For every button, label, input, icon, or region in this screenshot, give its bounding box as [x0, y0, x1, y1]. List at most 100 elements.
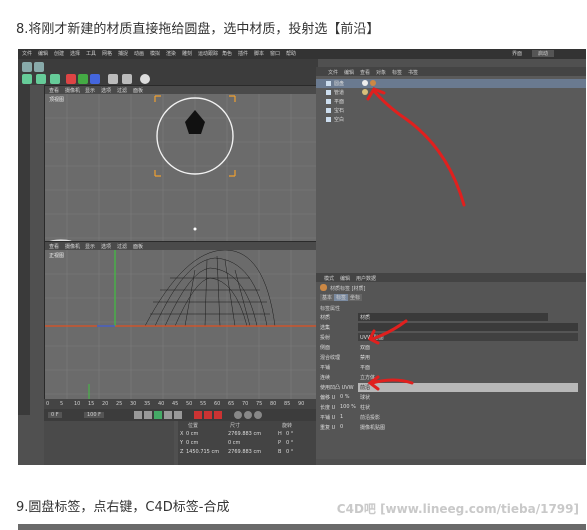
rotation-value[interactable]: 0 ° [286, 440, 293, 446]
menu-character[interactable]: 角色 [222, 50, 232, 57]
menu-window[interactable]: 窗口 [270, 50, 280, 57]
menu-plugins[interactable]: 插件 [238, 50, 248, 57]
menu-select[interactable]: 选择 [70, 50, 80, 57]
move-tool-icon[interactable] [22, 74, 32, 84]
menu-create[interactable]: 创建 [54, 50, 64, 57]
rotation-value[interactable]: 0 ° [286, 449, 293, 455]
vp-menu-display[interactable]: 显示 [85, 87, 95, 94]
om-menu-file[interactable]: 文件 [328, 69, 338, 76]
key-position-icon[interactable] [234, 411, 242, 419]
object-row-tube[interactable]: 管道 [316, 88, 586, 97]
position-value[interactable]: 0 cm [186, 440, 198, 446]
dropdown-option[interactable]: 摄像机贴图 [360, 424, 385, 431]
om-menu-object[interactable]: 对象 [376, 69, 386, 76]
y-axis-icon[interactable] [78, 74, 88, 84]
menu-edit[interactable]: 编辑 [38, 50, 48, 57]
end-frame-field[interactable]: 100 F [84, 412, 105, 418]
material-tag-icon[interactable] [362, 80, 368, 86]
object-row-gem[interactable]: 宝石 [316, 106, 586, 115]
vp-menu-filter[interactable]: 过滤 [117, 243, 127, 250]
vp-menu-panel[interactable]: 面板 [133, 87, 143, 94]
size-value[interactable]: 2769.883 cm [228, 431, 261, 437]
field-value[interactable]: 禁用 [360, 354, 370, 361]
am-menu-userdata[interactable]: 用户数据 [356, 275, 376, 282]
x-axis-icon[interactable] [66, 74, 76, 84]
redo-icon[interactable] [34, 62, 44, 72]
am-menu-mode[interactable]: 模式 [324, 275, 334, 282]
render-settings-icon[interactable] [122, 74, 132, 84]
field-value[interactable]: 0 % [340, 394, 350, 400]
vp-menu-display[interactable]: 显示 [85, 243, 95, 250]
field-value[interactable]: 立方体 [360, 374, 375, 381]
go-end-icon[interactable] [174, 411, 182, 419]
step-back-icon[interactable] [144, 411, 152, 419]
menu-animate[interactable]: 动画 [134, 50, 144, 57]
undo-icon[interactable] [22, 62, 32, 72]
key-rotation-icon[interactable] [254, 411, 262, 419]
object-row-plane[interactable]: 平面 [316, 97, 586, 106]
vp-menu-filter[interactable]: 过滤 [117, 87, 127, 94]
step-forward-icon[interactable] [164, 411, 172, 419]
field-value[interactable]: 双面 [360, 344, 370, 351]
menu-tracker[interactable]: 运动跟踪 [198, 50, 218, 57]
light-icon[interactable] [140, 74, 150, 84]
menu-mesh[interactable]: 网格 [102, 50, 112, 57]
vp-menu-options[interactable]: 选项 [101, 243, 111, 250]
field-value[interactable]: 0 [340, 424, 343, 430]
menu-tools[interactable]: 工具 [86, 50, 96, 57]
vp-menu-panel[interactable]: 面板 [133, 243, 143, 250]
menu-render[interactable]: 渲染 [166, 50, 176, 57]
z-axis-icon[interactable] [90, 74, 100, 84]
menu-simulate[interactable]: 模拟 [150, 50, 160, 57]
om-menu-tags[interactable]: 标签 [392, 69, 402, 76]
am-menu-edit[interactable]: 编辑 [340, 275, 350, 282]
vp-menu-view[interactable]: 查看 [49, 87, 59, 94]
object-row-disc[interactable]: 圆盘 [316, 79, 586, 88]
material-tag-icon[interactable] [362, 89, 368, 95]
scale-tool-icon[interactable] [36, 74, 46, 84]
frontal-option-highlight[interactable] [358, 383, 578, 392]
menu-help[interactable]: 帮助 [286, 50, 296, 57]
autokey-icon[interactable] [204, 411, 212, 419]
rotation-value[interactable]: 0 ° [286, 431, 293, 437]
dropdown-option[interactable]: 前沿投影 [360, 414, 380, 421]
tab-tag[interactable]: 标签 [334, 294, 349, 301]
vp-menu-camera[interactable]: 摄像机 [65, 243, 80, 250]
render-view-icon[interactable] [108, 74, 118, 84]
object-row-null[interactable]: 空白 [316, 115, 586, 124]
material-tag-icon[interactable] [370, 80, 376, 86]
position-value[interactable]: 1450.715 cm [186, 449, 219, 455]
menu-script[interactable]: 脚本 [254, 50, 264, 57]
size-value[interactable]: 0 cm [228, 440, 240, 446]
position-value[interactable]: 0 cm [186, 431, 198, 437]
om-menu-bookmarks[interactable]: 书签 [408, 69, 418, 76]
om-menu-view[interactable]: 查看 [360, 69, 370, 76]
rotate-tool-icon[interactable] [50, 74, 60, 84]
field-value[interactable]: 1 [340, 414, 343, 420]
projection-dropdown[interactable] [358, 333, 578, 341]
go-start-icon[interactable] [134, 411, 142, 419]
dropdown-option[interactable]: 球状 [360, 394, 370, 401]
material-link-field[interactable] [358, 313, 548, 321]
dropdown-option[interactable]: 柱状 [360, 404, 370, 411]
menu-snap[interactable]: 捕捉 [118, 50, 128, 57]
vp-menu-view[interactable]: 查看 [49, 243, 59, 250]
keyframe-icon[interactable] [214, 411, 222, 419]
field-value[interactable]: 100 % [340, 404, 356, 410]
tab-basic[interactable]: 基本 [320, 294, 335, 301]
key-scale-icon[interactable] [244, 411, 252, 419]
record-icon[interactable] [194, 411, 202, 419]
vp-menu-options[interactable]: 选项 [101, 87, 111, 94]
viewport-front[interactable]: 查看 摄像机 显示 选项 过滤 面板 正视图 [44, 241, 318, 417]
vp-menu-camera[interactable]: 摄像机 [65, 87, 80, 94]
menu-file[interactable]: 文件 [22, 50, 32, 57]
layout-select[interactable]: 启动 [532, 50, 555, 57]
timeline-ruler[interactable]: 0 5 10 15 20 25 30 35 40 45 50 55 60 65 … [44, 399, 316, 409]
size-value[interactable]: 2769.883 cm [228, 449, 261, 455]
selection-field[interactable] [358, 323, 578, 331]
current-frame-field[interactable]: 0 F [48, 412, 62, 418]
om-menu-edit[interactable]: 编辑 [344, 69, 354, 76]
menu-sculpt[interactable]: 雕刻 [182, 50, 192, 57]
play-icon[interactable] [154, 411, 162, 419]
field-value[interactable]: 平面 [360, 364, 370, 371]
